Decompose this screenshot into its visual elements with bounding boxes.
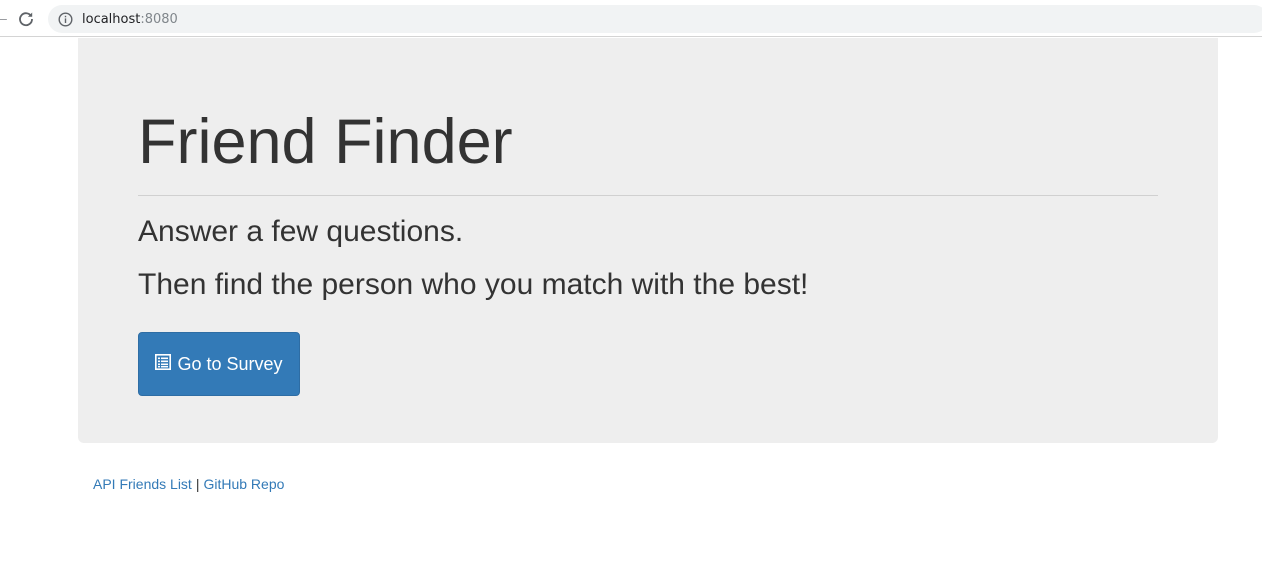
jumbotron: Friend Finder Answer a few questions. Th… [78, 38, 1218, 443]
list-alt-icon [155, 354, 172, 370]
info-icon[interactable] [58, 11, 73, 27]
footer-separator: | [195, 476, 200, 492]
page-title: Friend Finder [138, 107, 513, 177]
url-port: :8080 [140, 11, 178, 27]
browser-toolbar: ← localhost:8080 [0, 0, 1262, 37]
url-host: localhost [82, 11, 141, 27]
go-to-survey-button[interactable]: Go to Survey [138, 332, 300, 396]
github-repo-link[interactable]: GitHub Repo [203, 476, 284, 492]
footer: API Friends List | GitHub Repo [93, 475, 284, 493]
api-friends-list-link[interactable]: API Friends List [93, 476, 192, 492]
reload-icon[interactable] [15, 8, 37, 30]
title-divider [138, 195, 1158, 196]
lead-text-2: Then find the person who you match with … [138, 268, 809, 301]
lead-text-1: Answer a few questions. [138, 215, 464, 248]
back-arrow-icon[interactable]: ← [0, 9, 10, 27]
go-to-survey-label: Go to Survey [177, 353, 283, 374]
address-bar[interactable]: localhost:8080 [48, 5, 1262, 33]
url-text: localhost:8080 [82, 12, 178, 27]
